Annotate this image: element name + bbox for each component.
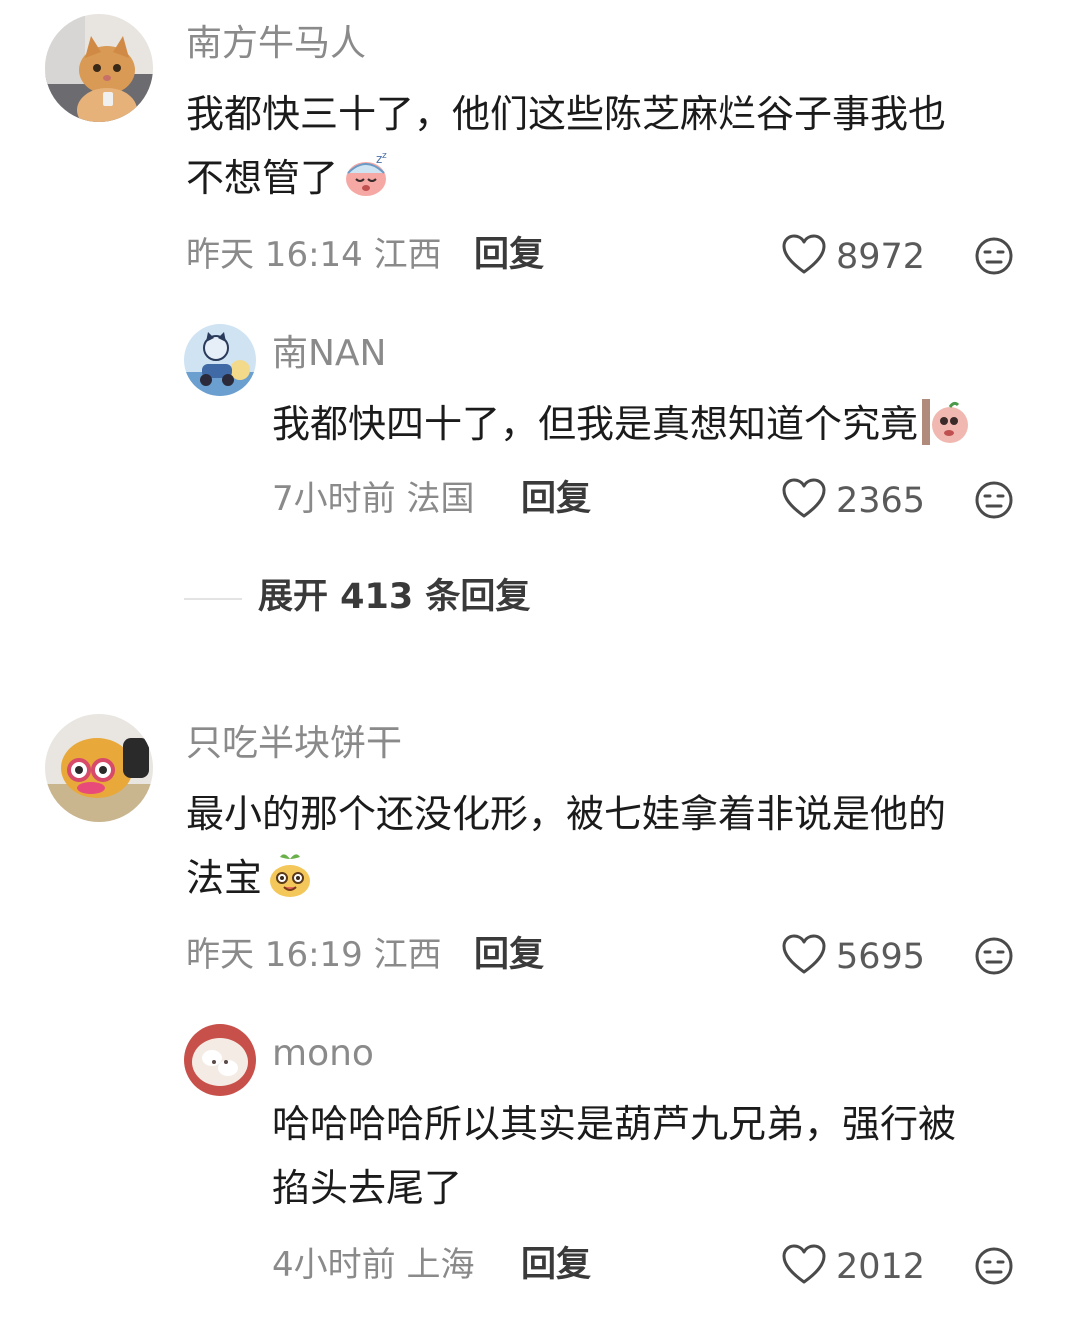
reply-button[interactable]: 回复	[521, 1248, 591, 1283]
like-button[interactable]: 2365	[782, 478, 925, 524]
comment-1: 南方牛马人 我都快三十了，他们这些陈芝麻烂谷子事我也 不想管了 z z 昨天 1…	[0, 0, 1079, 300]
comment-time: 昨天 16:14 江西	[186, 238, 442, 272]
location: 江西	[373, 935, 442, 975]
expand-divider	[184, 598, 242, 600]
timestamp: 7小时前	[272, 479, 396, 519]
comment-text-line: 法宝	[186, 846, 314, 918]
like-button[interactable]: 5695	[782, 934, 925, 980]
comment-time: 昨天 16:19 江西	[186, 938, 442, 972]
timestamp: 4小时前	[272, 1245, 396, 1285]
like-count: 2012	[836, 1246, 926, 1287]
user-avatar[interactable]	[184, 1024, 256, 1096]
user-avatar[interactable]	[184, 324, 256, 396]
dislike-button[interactable]	[974, 236, 1014, 280]
reply-comment-1: 南NAN 我都快四十了，但我是真想知道个究竟 7小时前 法国 回复 2365	[0, 300, 1079, 540]
username[interactable]: mono	[272, 1036, 374, 1072]
like-count: 2365	[836, 480, 926, 521]
peeking-face-emoji-icon	[922, 399, 970, 464]
like-button[interactable]: 2012	[782, 1244, 925, 1290]
location: 上海	[406, 1245, 475, 1285]
meh-face-icon	[974, 1247, 1014, 1290]
heart-outline-icon	[782, 1244, 826, 1290]
comment-time: 7小时前 法国	[272, 482, 474, 516]
reply-button[interactable]: 回复	[474, 938, 544, 973]
comment-text: 法宝	[186, 856, 263, 900]
comment-2: 只吃半块饼干 最小的那个还没化形，被七娃拿着非说是他的 法宝 昨天 16:19 …	[0, 700, 1079, 1000]
timestamp: 昨天 16:19	[186, 935, 363, 975]
location: 法国	[406, 479, 475, 519]
dislike-button[interactable]	[974, 936, 1014, 980]
comment-time: 4小时前 上海	[272, 1248, 474, 1282]
comment-text: 我都快四十了，但我是真想知道个究竟	[272, 402, 919, 446]
reply-comment-2: mono 哈哈哈哈所以其实是葫芦九兄弟，强行被 掐头去尾了 4小时前 上海 回复…	[0, 1000, 1079, 1321]
location: 江西	[373, 235, 442, 275]
like-count: 8972	[836, 236, 926, 277]
expand-replies-button[interactable]: 展开 413 条回复	[258, 580, 530, 615]
comment-text-line: 掐头去尾了	[272, 1166, 463, 1210]
reply-button[interactable]: 回复	[521, 482, 591, 517]
comment-text-line: 哈哈哈哈所以其实是葫芦九兄弟，强行被	[272, 1102, 957, 1146]
user-avatar[interactable]	[45, 14, 153, 122]
sleepy-face-emoji-icon: z z	[342, 151, 390, 218]
meh-face-icon	[974, 237, 1014, 280]
username[interactable]: 只吃半块饼干	[186, 726, 402, 762]
comment-text-line: 我都快三十了，他们这些陈芝麻烂谷子事我也	[186, 92, 947, 136]
heart-outline-icon	[782, 934, 826, 980]
dislike-button[interactable]	[974, 480, 1014, 524]
user-avatar[interactable]	[45, 714, 153, 822]
heart-outline-icon	[782, 478, 826, 524]
heart-outline-icon	[782, 234, 826, 280]
happy-sprout-face-emoji-icon	[266, 851, 314, 918]
username[interactable]: 南方牛马人	[186, 26, 366, 62]
reply-button[interactable]: 回复	[474, 238, 544, 273]
comment-text-line: 不想管了 z z	[186, 146, 390, 218]
meh-face-icon	[974, 937, 1014, 980]
timestamp: 昨天 16:14	[186, 235, 363, 275]
meh-face-icon	[974, 481, 1014, 524]
comment-text-line: 我都快四十了，但我是真想知道个究竟	[272, 392, 970, 464]
svg-text:z: z	[382, 151, 387, 161]
comment-text-line: 最小的那个还没化形，被七娃拿着非说是他的	[186, 792, 947, 836]
like-count: 5695	[836, 936, 926, 977]
dislike-button[interactable]	[974, 1246, 1014, 1290]
comment-text: 不想管了	[186, 156, 339, 200]
like-button[interactable]: 8972	[782, 234, 925, 280]
username[interactable]: 南NAN	[272, 336, 387, 372]
